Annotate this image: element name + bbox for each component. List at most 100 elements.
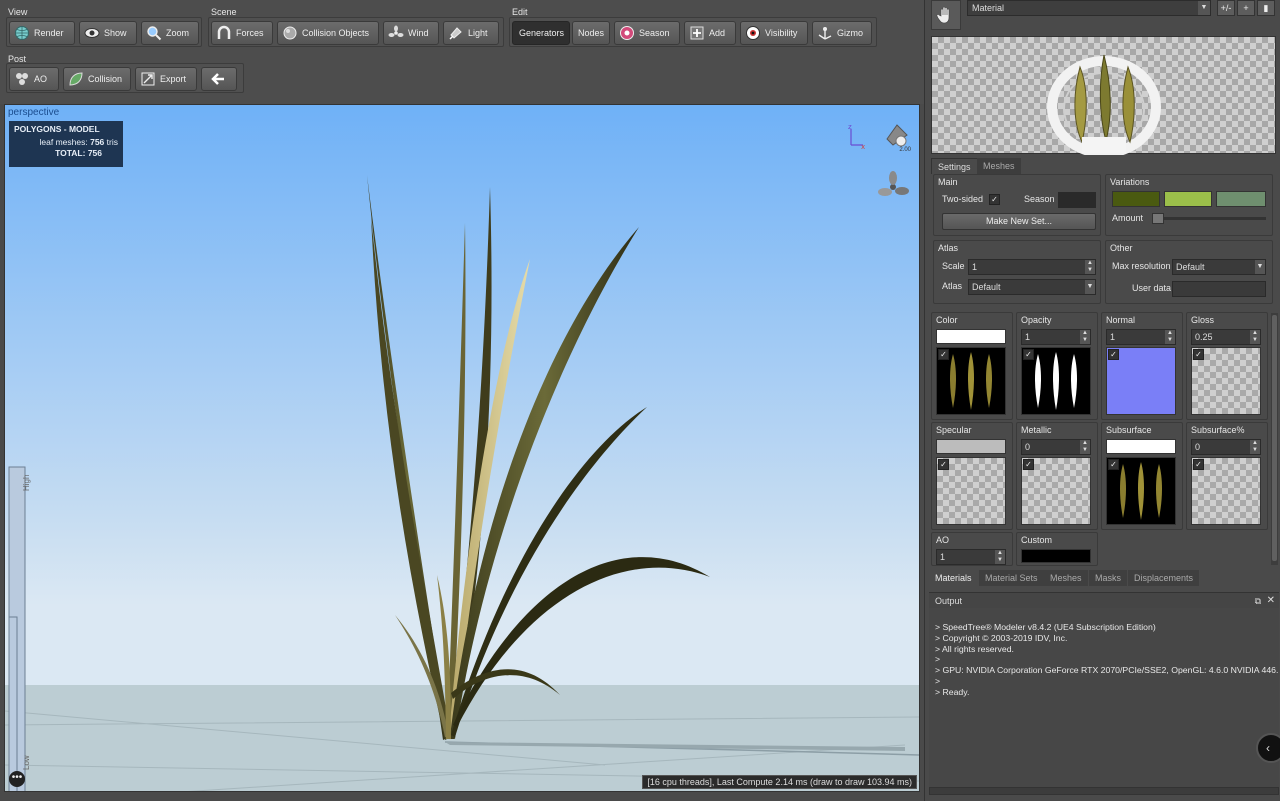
nodes-button-label: Nodes	[578, 28, 605, 38]
specular-swatch[interactable]	[936, 439, 1006, 454]
specular-texture-slot[interactable]: ✓	[936, 457, 1006, 525]
add-button[interactable]: Add	[684, 21, 736, 45]
opacity-channel-label: Opacity	[1021, 315, 1052, 325]
opacity-field[interactable]: 1 ▲ ▼	[1021, 329, 1091, 345]
add-remove-button[interactable]: +/-	[1217, 0, 1235, 16]
normal-texture-checkbox[interactable]: ✓	[1108, 349, 1119, 360]
leaf-meshes-value: 756	[90, 137, 105, 147]
leaf-meshes-label: leaf meshes:	[39, 137, 88, 147]
forces-button[interactable]: Forces	[211, 21, 273, 45]
render-button[interactable]: Render	[9, 21, 75, 45]
custom-swatch[interactable]	[1021, 549, 1091, 563]
tab-material-sets[interactable]: Material Sets	[979, 570, 1044, 586]
amount-slider-track[interactable]	[1152, 217, 1266, 220]
wind-button-label: Wind	[408, 28, 429, 38]
atlas-section: Atlas Scale 1 ▲ ▼ Atlas Default ▼	[933, 240, 1101, 304]
subsurface-percent-texture-checkbox[interactable]: ✓	[1193, 459, 1204, 470]
spin-arrows-icon[interactable]: ▲ ▼	[1080, 440, 1090, 454]
spin-arrows-icon[interactable]: ▲ ▼	[1080, 330, 1090, 344]
material-type-select[interactable]: Material ▼	[967, 0, 1211, 16]
variation-swatch-3[interactable]	[1216, 191, 1266, 207]
tab-masks[interactable]: Masks	[1089, 570, 1128, 586]
gizmo-button[interactable]: Gizmo	[812, 21, 872, 45]
normal-field[interactable]: 1 ▲ ▼	[1106, 329, 1176, 345]
metallic-value: 0	[1025, 442, 1031, 452]
metallic-texture-slot[interactable]: ✓	[1021, 457, 1091, 525]
color-texture-checkbox[interactable]: ✓	[938, 349, 949, 360]
spin-arrows-icon[interactable]: ▲ ▼	[1165, 330, 1175, 344]
visibility-button[interactable]: Visibility	[740, 21, 808, 45]
normal-texture-slot[interactable]: ✓	[1106, 347, 1176, 415]
subsurface-percent-field[interactable]: 0 ▲ ▼	[1191, 439, 1261, 455]
collision-objects-button[interactable]: Collision Objects	[277, 21, 379, 45]
metallic-field[interactable]: 0 ▲ ▼	[1021, 439, 1091, 455]
subsurface-texture-checkbox[interactable]: ✓	[1108, 459, 1119, 470]
ao-field[interactable]: 1 ▲ ▼	[936, 549, 1006, 565]
variation-swatch-1[interactable]	[1112, 191, 1160, 207]
tab-settings[interactable]: Settings	[931, 158, 978, 174]
undock-icon[interactable]: ⧉	[1255, 593, 1261, 609]
specular-channel-label: Specular	[936, 425, 972, 435]
season-button[interactable]: Season	[614, 21, 680, 45]
3d-viewport[interactable]: z x perspective POLYGONS - MODEL leaf me…	[4, 104, 920, 792]
two-sided-checkbox[interactable]: ✓	[989, 194, 1000, 205]
color-texture-slot[interactable]: ✓	[936, 347, 1006, 415]
close-icon[interactable]: ✕	[1267, 593, 1275, 609]
show-button[interactable]: Show	[79, 21, 137, 45]
copy-material-button[interactable]: ▮	[1257, 0, 1275, 16]
gloss-texture-checkbox[interactable]: ✓	[1193, 349, 1204, 360]
season-field[interactable]	[1058, 192, 1096, 208]
tab-meshes[interactable]: Meshes	[977, 158, 1021, 174]
material-preview[interactable]	[931, 36, 1276, 158]
export-button[interactable]: Export	[135, 67, 197, 91]
subsurface-percent-texture-slot[interactable]: ✓	[1191, 457, 1261, 525]
user-data-field[interactable]	[1172, 281, 1266, 297]
collision-button[interactable]: Collision	[63, 67, 131, 91]
wind-direction-widget[interactable]	[877, 171, 909, 203]
amount-slider-handle[interactable]	[1152, 213, 1164, 224]
season-label: Season	[1024, 194, 1055, 204]
main-section: Main Two-sided ✓ Season Make New Set...	[933, 174, 1101, 236]
settings-scrollbar-thumb[interactable]	[1272, 315, 1277, 561]
more-options-button[interactable]: •••	[9, 771, 25, 787]
forces-button-label: Forces	[236, 28, 264, 38]
output-line: >	[935, 654, 941, 665]
wind-button[interactable]: Wind	[383, 21, 439, 45]
scale-field[interactable]: 1 ▲ ▼	[968, 259, 1096, 275]
atlas-select[interactable]: Default ▼	[968, 279, 1096, 295]
back-button[interactable]	[201, 67, 237, 91]
subsurface-texture-slot[interactable]: ✓	[1106, 457, 1176, 525]
scene-group-label: Scene	[211, 7, 237, 17]
collapse-panel-button[interactable]: ‹	[1256, 733, 1280, 763]
spin-arrows-icon[interactable]: ▲ ▼	[995, 550, 1005, 564]
pan-tool-button[interactable]	[931, 0, 961, 30]
spin-arrows-icon[interactable]: ▲ ▼	[1085, 260, 1095, 274]
ao-button[interactable]: AO	[9, 67, 59, 91]
color-swatch[interactable]	[936, 329, 1006, 344]
zoom-button[interactable]: Zoom	[141, 21, 199, 45]
nodes-button[interactable]: Nodes	[572, 21, 610, 45]
max-resolution-select[interactable]: Default ▼	[1172, 259, 1266, 275]
tab-displacements[interactable]: Displacements	[1128, 570, 1200, 586]
spin-arrows-icon[interactable]: ▲ ▼	[1250, 330, 1260, 344]
specular-texture-checkbox[interactable]: ✓	[938, 459, 949, 470]
light-direction-widget[interactable]: 2.00	[881, 121, 911, 153]
tab-meshes-bottom[interactable]: Meshes	[1044, 570, 1088, 586]
gloss-field[interactable]: 0.25 ▲ ▼	[1191, 329, 1261, 345]
gloss-texture-slot[interactable]: ✓	[1191, 347, 1261, 415]
opacity-texture-slot[interactable]: ✓	[1021, 347, 1091, 415]
view-group-label: View	[8, 7, 28, 17]
tab-materials[interactable]: Materials	[929, 570, 978, 586]
subsurface-swatch[interactable]	[1106, 439, 1176, 454]
add-material-button[interactable]: +	[1237, 0, 1255, 16]
ao-value: 1	[940, 552, 946, 562]
light-button[interactable]: Light	[443, 21, 499, 45]
opacity-texture-checkbox[interactable]: ✓	[1023, 349, 1034, 360]
make-new-set-button[interactable]: Make New Set...	[942, 213, 1096, 230]
generators-button[interactable]: Generators	[512, 21, 570, 45]
output-horizontal-scrollbar[interactable]	[929, 787, 1279, 795]
settings-scrollbar[interactable]	[1271, 313, 1278, 565]
spin-arrows-icon[interactable]: ▲ ▼	[1250, 440, 1260, 454]
metallic-texture-checkbox[interactable]: ✓	[1023, 459, 1034, 470]
variation-swatch-2[interactable]	[1164, 191, 1212, 207]
